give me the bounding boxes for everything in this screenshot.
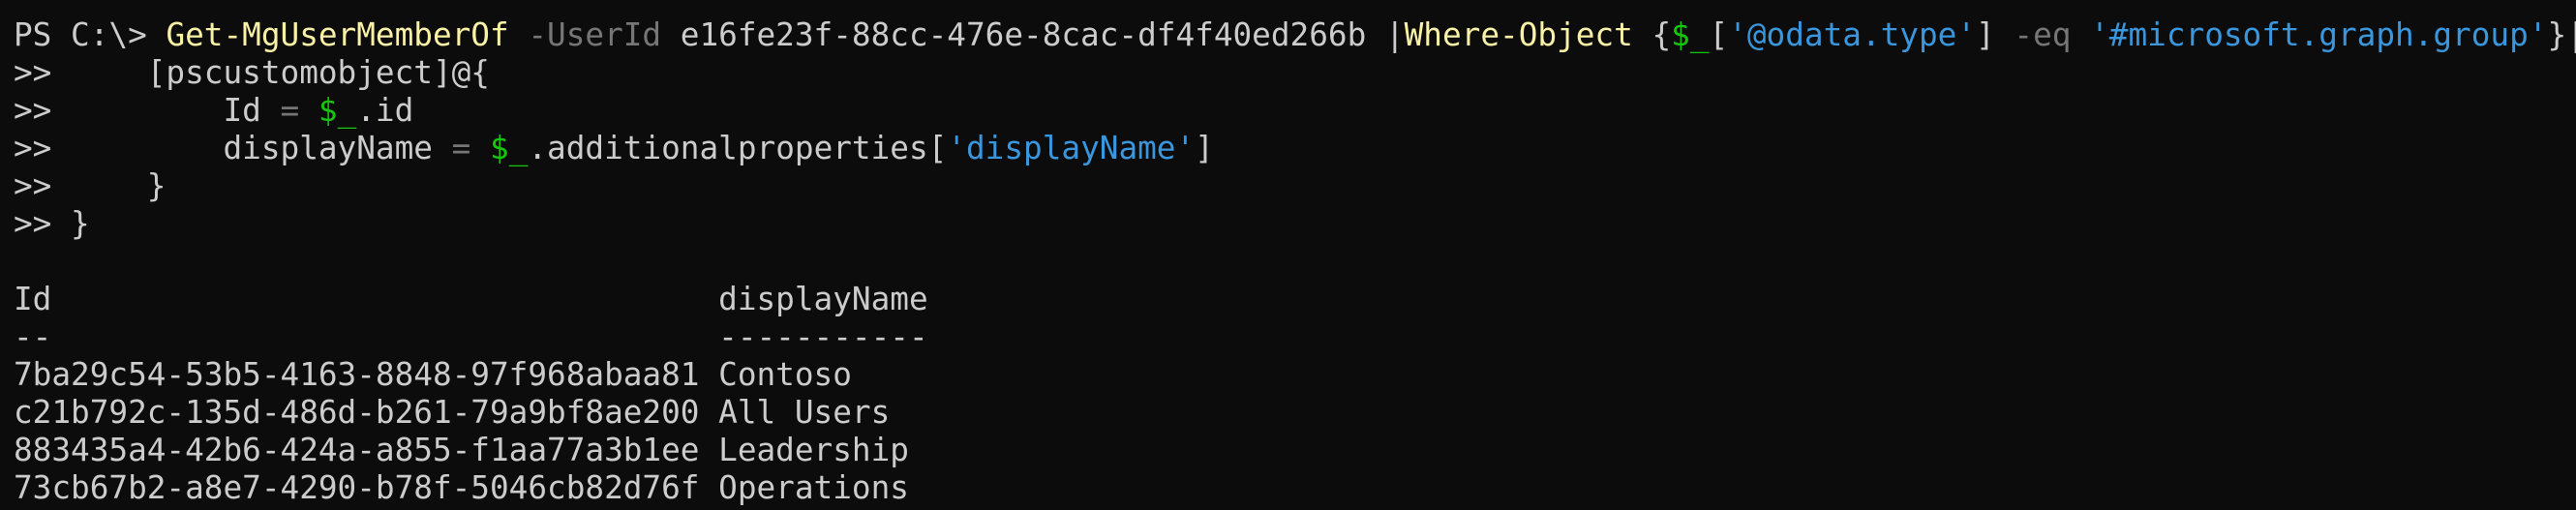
terminal-text-segment: 73cb67b2-a8e7-4290-b78f-5046cb82d76f Ope…	[14, 469, 909, 506]
terminal-line: >> }	[14, 167, 2576, 205]
terminal-text-segment: |	[1384, 16, 1405, 53]
terminal-line: Id displayName	[14, 281, 2576, 318]
terminal-text-segment: =	[451, 130, 471, 166]
terminal-text-segment: >> }	[14, 167, 167, 204]
terminal-line: c21b792c-135d-486d-b261-79a9bf8ae200 All…	[14, 394, 2576, 432]
terminal-text-segment: >> Id	[14, 92, 281, 129]
terminal-text-segment: ]	[1976, 16, 2015, 53]
terminal-text-segment: '#microsoft.graph.group'	[2090, 16, 2548, 53]
terminal-text-segment: Where-Object	[1404, 16, 1633, 53]
terminal-line: 73cb67b2-a8e7-4290-b78f-5046cb82d76f Ope…	[14, 469, 2576, 507]
terminal-line: PS C:\> Get-MgUserMemberOf -UserId e16fe…	[14, 16, 2576, 54]
terminal-text-segment: 883435a4-42b6-424a-a855-f1aa77a3b1ee Lea…	[14, 432, 909, 468]
terminal-text-segment: ]	[1195, 130, 1214, 166]
terminal-text-segment: -- -----------	[14, 318, 928, 355]
terminal-line: >> Id = $_.id	[14, 92, 2576, 130]
terminal-text-segment: -eq	[2014, 16, 2072, 53]
terminal-text-segment: {	[1632, 16, 1672, 53]
terminal-text-segment: >> [pscustomobject]@{	[14, 54, 490, 91]
terminal-text-segment: Get-MgUserMemberOf	[166, 16, 509, 53]
terminal-text-segment: $_	[490, 130, 529, 166]
terminal-line: 7ba29c54-53b5-4163-8848-97f968abaa81 Con…	[14, 356, 2576, 394]
terminal-text-segment: Id displayName	[14, 281, 928, 317]
terminal-text-segment: -UserId	[508, 16, 662, 53]
terminal-text-segment: '@odata.type'	[1728, 16, 1977, 53]
terminal-line: 883435a4-42b6-424a-a855-f1aa77a3b1ee Lea…	[14, 432, 2576, 469]
terminal-window[interactable]: PS C:\> Get-MgUserMemberOf -UserId e16fe…	[0, 0, 2576, 510]
terminal-text-segment: }|	[2547, 16, 2576, 53]
terminal-text-segment: PS C:\>	[14, 16, 167, 53]
terminal-line: -- -----------	[14, 318, 2576, 356]
terminal-text-segment: 'displayName'	[947, 130, 1196, 166]
terminal-text-segment: $_	[318, 92, 357, 129]
terminal-text-segment: =	[280, 92, 300, 129]
terminal-text-segment: $_	[1671, 16, 1710, 53]
terminal-line: >> }	[14, 205, 2576, 243]
terminal-line: >> displayName = $_.additionalproperties…	[14, 130, 2576, 167]
terminal-text-segment: >> displayName	[14, 130, 452, 166]
terminal-line: >> [pscustomobject]@{	[14, 54, 2576, 92]
terminal-text-segment: .additionalproperties[	[528, 130, 948, 166]
terminal-text-segment: >> }	[14, 205, 90, 242]
terminal-text-segment: [	[1709, 16, 1729, 53]
terminal-text-segment: e16fe23f-88cc-476e-8cac-df4f40ed266b	[661, 16, 1385, 53]
terminal-text-segment: 7ba29c54-53b5-4163-8848-97f968abaa81 Con…	[14, 356, 852, 393]
terminal-text-segment: c21b792c-135d-486d-b261-79a9bf8ae200 All…	[14, 394, 891, 431]
terminal-text-segment: .id	[356, 92, 414, 129]
